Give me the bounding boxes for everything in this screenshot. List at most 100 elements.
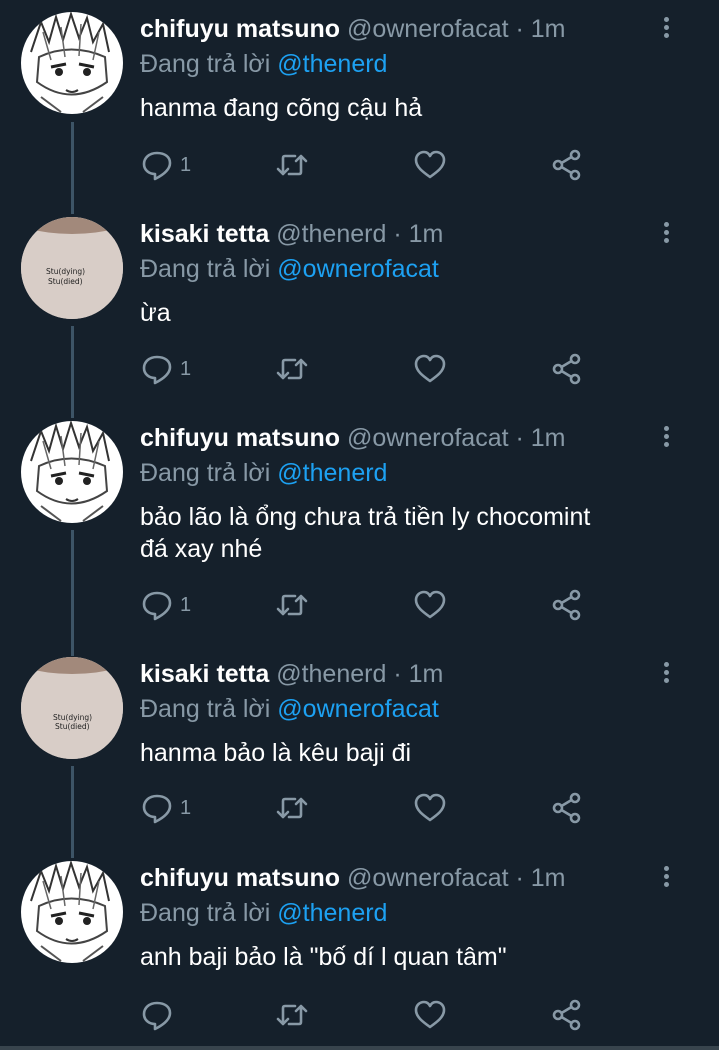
shirt-print-line-2: Stu(died) xyxy=(48,277,83,286)
reply-count: 1 xyxy=(180,357,192,380)
separator-dot: · xyxy=(393,660,402,688)
replying-to: Đang trả lời @ownerofacat xyxy=(140,693,439,725)
like-button[interactable] xyxy=(413,790,447,826)
more-icon[interactable] xyxy=(655,423,677,453)
shirt-print-line-1: Stu(dying) xyxy=(46,267,85,276)
reply-count: 1 xyxy=(180,796,192,819)
tweet-text: hanma bảo là kêu baji đi xyxy=(140,739,412,767)
mention-link[interactable]: @thenerd xyxy=(277,899,387,927)
share-button[interactable] xyxy=(550,997,584,1033)
share-icon xyxy=(552,149,581,181)
handle[interactable]: @ownerofacat xyxy=(347,864,509,892)
handle[interactable]: @thenerd xyxy=(276,220,386,248)
tweet-actions: 1 xyxy=(140,147,600,183)
separator-dot: · xyxy=(515,864,524,892)
retweet-button[interactable] xyxy=(275,997,309,1033)
display-name[interactable]: kisaki tetta xyxy=(140,220,269,248)
retweet-button[interactable] xyxy=(275,147,309,183)
timestamp[interactable]: 1m xyxy=(531,864,566,892)
handle[interactable]: @ownerofacat xyxy=(347,15,509,43)
retweet-button[interactable] xyxy=(275,587,309,623)
display-name[interactable]: chifuyu matsuno xyxy=(140,424,340,452)
separator-dot: · xyxy=(393,220,402,248)
tweet-text: bảo lão là ổng chưa trả tiền ly chocomin… xyxy=(140,501,700,565)
tweet-actions: 1 xyxy=(140,587,600,623)
display-name[interactable]: chifuyu matsuno xyxy=(140,15,340,43)
retweet-icon xyxy=(276,154,308,176)
avatar[interactable]: Stu(dying) Stu(died) xyxy=(21,217,123,319)
like-icon xyxy=(414,793,446,822)
display-name[interactable]: kisaki tetta xyxy=(140,660,269,688)
share-icon xyxy=(552,792,581,824)
replying-to: Đang trả lời @thenerd xyxy=(140,48,387,80)
reply-button[interactable] xyxy=(140,997,180,1033)
retweet-button[interactable] xyxy=(275,790,309,826)
replying-label: Đang trả lời xyxy=(140,459,271,487)
reply-button[interactable]: 1 xyxy=(140,790,191,826)
more-icon[interactable] xyxy=(655,863,677,893)
timestamp[interactable]: 1m xyxy=(409,660,444,688)
like-icon xyxy=(414,1000,446,1029)
share-button[interactable] xyxy=(550,790,584,826)
avatar[interactable] xyxy=(21,12,123,114)
share-icon xyxy=(552,589,581,621)
tweet-header: chifuyu matsuno @ownerofacat · 1m xyxy=(140,861,566,895)
mention-link[interactable]: @ownerofacat xyxy=(277,255,439,283)
replying-to: Đang trả lời @ownerofacat xyxy=(140,253,439,285)
more-icon[interactable] xyxy=(655,219,677,249)
tweet[interactable]: chifuyu matsuno @ownerofacat · 1m Đang t… xyxy=(0,861,719,1041)
reply-icon xyxy=(142,591,172,621)
separator-dot: · xyxy=(515,15,524,43)
reply-count: 1 xyxy=(180,153,192,176)
reply-button[interactable]: 1 xyxy=(140,147,191,183)
retweet-icon xyxy=(276,1004,308,1026)
replying-to: Đang trả lời @thenerd xyxy=(140,897,387,929)
replying-label: Đang trả lời xyxy=(140,50,271,78)
display-name[interactable]: chifuyu matsuno xyxy=(140,864,340,892)
share-button[interactable] xyxy=(550,587,584,623)
reply-icon xyxy=(142,355,172,385)
timestamp[interactable]: 1m xyxy=(409,220,444,248)
replying-label: Đang trả lời xyxy=(140,255,271,283)
mention-link[interactable]: @thenerd xyxy=(277,459,387,487)
like-icon xyxy=(414,354,446,383)
more-icon[interactable] xyxy=(655,14,677,44)
tweet-actions xyxy=(140,997,600,1033)
tweet[interactable]: chifuyu matsuno @ownerofacat · 1m Đang t… xyxy=(0,421,719,646)
reply-button[interactable]: 1 xyxy=(140,351,191,387)
reply-icon xyxy=(142,1001,172,1031)
tweet[interactable]: Stu(dying) Stu(died) kisaki tetta @thene… xyxy=(0,217,719,407)
replying-to: Đang trả lời @thenerd xyxy=(140,457,387,489)
tweet[interactable]: Stu(dying) Stu(died) kisaki tetta @thene… xyxy=(0,657,719,847)
more-icon[interactable] xyxy=(655,659,677,689)
handle[interactable]: @ownerofacat xyxy=(347,424,509,452)
like-button[interactable] xyxy=(413,587,447,623)
like-icon xyxy=(414,590,446,619)
reply-button[interactable]: 1 xyxy=(140,587,191,623)
tweet[interactable]: chifuyu matsuno @ownerofacat · 1m Đang t… xyxy=(0,12,719,202)
share-icon xyxy=(552,999,581,1031)
like-button[interactable] xyxy=(413,147,447,183)
tweet-actions: 1 xyxy=(140,790,600,826)
timestamp[interactable]: 1m xyxy=(531,15,566,43)
tweet-text: anh baji bảo là "bố dí l quan tâm" xyxy=(140,943,507,971)
avatar[interactable] xyxy=(21,861,123,963)
retweet-button[interactable] xyxy=(275,351,309,387)
share-button[interactable] xyxy=(550,147,584,183)
share-button[interactable] xyxy=(550,351,584,387)
mention-link[interactable]: @thenerd xyxy=(277,50,387,78)
shirt-print-line-1: Stu(dying) xyxy=(53,713,92,722)
mention-link[interactable]: @ownerofacat xyxy=(277,695,439,723)
like-button[interactable] xyxy=(413,997,447,1033)
reply-count: 1 xyxy=(180,593,192,616)
replying-label: Đang trả lời xyxy=(140,899,271,927)
handle[interactable]: @thenerd xyxy=(276,660,386,688)
timestamp[interactable]: 1m xyxy=(531,424,566,452)
avatar[interactable] xyxy=(21,421,123,523)
retweet-icon xyxy=(276,594,308,616)
avatar[interactable]: Stu(dying) Stu(died) xyxy=(21,657,123,759)
tweet-header: kisaki tetta @thenerd · 1m xyxy=(140,217,443,251)
like-button[interactable] xyxy=(413,351,447,387)
reply-icon xyxy=(142,151,172,181)
tweet-text: ừa xyxy=(140,299,171,327)
